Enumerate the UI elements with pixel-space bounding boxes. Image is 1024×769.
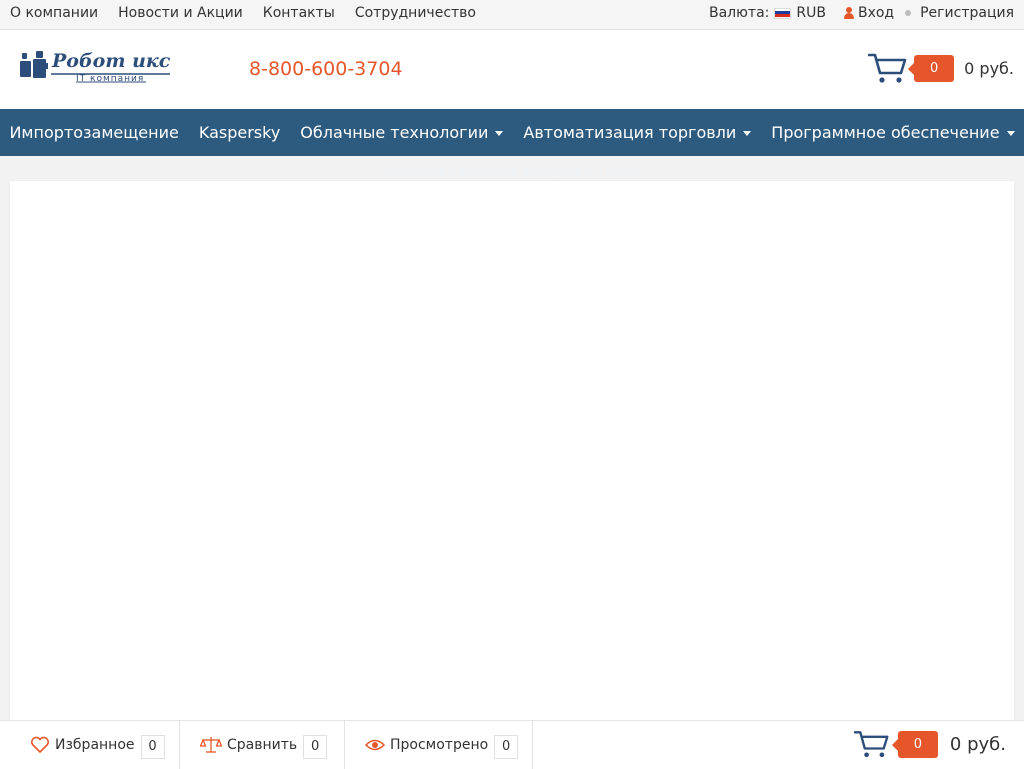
caret-down-icon	[743, 131, 752, 136]
breadcrumb: Главная / Каталог товаров / Товар	[384, 165, 640, 181]
link-about[interactable]: О компании	[10, 5, 98, 21]
currency-label: Валюта:	[709, 5, 770, 21]
viewed-count: 0	[494, 735, 519, 759]
nav-item-import-substitution[interactable]: Импортозамещение	[0, 123, 189, 142]
nav-item-software[interactable]: Программное обеспечение	[761, 123, 1024, 142]
register-link[interactable]: Регистрация	[920, 5, 1014, 21]
footer-cart[interactable]: 0 0 руб.	[853, 729, 1006, 759]
login-link[interactable]: Вход	[858, 5, 894, 21]
caret-down-icon	[1006, 131, 1015, 136]
cart-icon	[868, 53, 907, 83]
flag-ru-icon[interactable]	[774, 7, 792, 19]
cart-total: 0 руб.	[964, 58, 1014, 78]
link-news[interactable]: Новости и Акции	[118, 5, 243, 21]
footer-cart-count: 0	[891, 730, 938, 758]
favorites-count: 0	[140, 735, 165, 759]
link-contacts[interactable]: Контакты	[263, 5, 335, 21]
nav-item-trade-automation[interactable]: Автоматизация торговли	[513, 123, 761, 142]
top-bar: О компании Новости и Акции Контакты Сотр…	[0, 0, 1024, 30]
logo[interactable]: Робот икс IT компания	[18, 50, 173, 90]
compare-count: 0	[303, 735, 328, 759]
nav-label: Импортозамещение	[9, 123, 179, 142]
cart-count-badge: 0	[908, 54, 955, 82]
main-nav: Импортозамещение Kaspersky Облачные техн…	[0, 109, 1024, 156]
scales-icon	[200, 737, 222, 753]
favorites-button[interactable]: Избранное 0	[0, 721, 180, 769]
nav-label: Автоматизация торговли	[523, 123, 737, 142]
compare-button[interactable]: Сравнить 0	[180, 721, 345, 769]
viewed-label: Просмотрено	[390, 737, 489, 753]
nav-item-cloud[interactable]: Облачные технологии	[290, 123, 513, 142]
separator-dot	[905, 10, 912, 16]
header: Робот икс IT компания 8-800-600-3704 0 0…	[0, 30, 1024, 109]
header-cart[interactable]: 0 0 руб.	[868, 52, 1014, 84]
caret-down-icon	[495, 131, 504, 136]
nav-label: Облачные технологии	[300, 123, 489, 142]
link-partnership[interactable]: Сотрудничество	[355, 5, 476, 21]
heart-icon	[30, 736, 50, 753]
cart-icon	[853, 731, 889, 758]
phone-number[interactable]: 8-800-600-3704	[249, 58, 403, 80]
footer-cart-total: 0 руб.	[949, 733, 1006, 755]
favorites-label: Избранное	[55, 737, 135, 753]
eye-icon	[365, 739, 385, 751]
bottom-bar: Избранное 0 Сравнить 0 Просмотрено 0 0 0…	[0, 720, 1024, 769]
top-links: О компании Новости и Акции Контакты Сотр…	[10, 5, 496, 21]
nav-label: Программное обеспечение	[771, 123, 1000, 142]
nav-label: Kaspersky	[198, 123, 281, 142]
nav-item-kaspersky[interactable]: Kaspersky	[189, 123, 290, 142]
user-icon	[843, 7, 854, 19]
currency-select[interactable]: RUB	[796, 5, 826, 21]
top-right: Валюта: RUB Вход Регистрация	[709, 5, 1014, 21]
compare-label: Сравнить	[227, 737, 298, 753]
logo-title: Робот икс	[52, 50, 171, 72]
logo-subtitle: IT компания	[76, 74, 145, 84]
main-content	[10, 181, 1014, 721]
viewed-button[interactable]: Просмотрено 0	[345, 721, 533, 769]
